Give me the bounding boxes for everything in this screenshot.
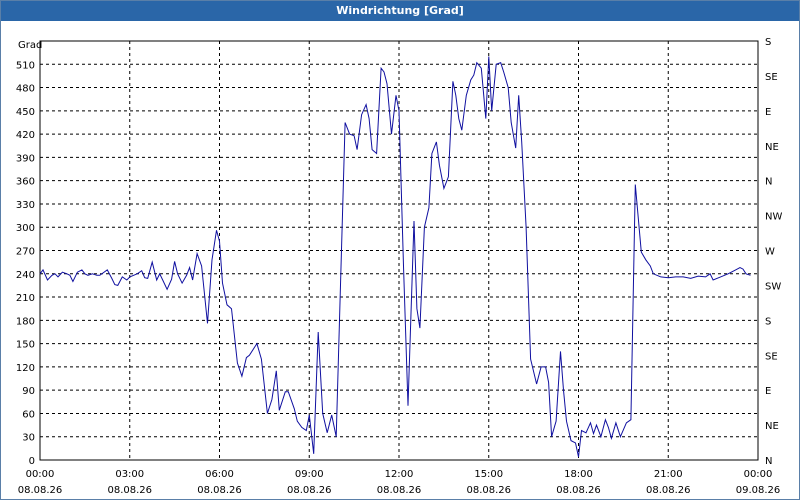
y-axis-right: N NE E SE S SW W NW N NE E SE S [765,37,782,467]
y-tick-label-left: 120 [16,363,35,374]
x-tick-time-label: 03:00 [115,469,144,480]
y-axis-left: 0 30 60 90 120 150 180 210 240 270 300 330 360 390 420… [16,60,35,467]
x-tick-date-label: 08.08.26 [466,485,511,496]
y-tick-label-left: 330 [16,200,35,211]
x-tick-time-label: 15:00 [474,469,503,480]
x-tick-time-label: 00:00 [744,469,773,480]
y-tick-label-left: 90 [22,386,35,397]
y-tick-label-left: 360 [16,177,35,188]
x-tick-date-label: 08.08.26 [646,485,691,496]
y-tick-label-left: 30 [22,433,35,444]
x-tick-date-label: 08.08.26 [18,485,63,496]
x-tick-time-label: 18:00 [564,469,593,480]
y-tick-label-right: E [765,386,771,397]
y-tick-label-left: 390 [16,153,35,164]
y-tick-label-left: 270 [16,247,35,258]
y-tick-label-left: 0 [29,456,35,467]
x-tick-date-label: 08.08.26 [556,485,601,496]
series-line-wind-direction [39,56,751,458]
y-tick-label-right: SE [765,72,778,83]
x-tick-time-label: 21:00 [654,469,683,480]
y-tick-label-left: 150 [16,340,35,351]
y-tick-label-right: E [765,107,771,118]
x-tick-time-label: 09:00 [295,469,324,480]
x-axis: 00:00 08.08.26 03:00 08.08.26 06:00 08.08.26 0… [18,469,781,496]
y-tick-label-left: 210 [16,293,35,304]
y-tick-label-right: SE [765,351,778,362]
x-tick-time-label: 12:00 [385,469,414,480]
y-tick-label-right: N [765,456,772,467]
y-tick-label-left: 420 [16,130,35,141]
x-tick-date-label: 08.08.26 [197,485,242,496]
y-tick-label-left: 60 [22,409,35,420]
y-tick-label-right: W [765,247,775,258]
y-tick-label-left: 480 [16,84,35,95]
x-tick-date-label: 08.08.26 [107,485,152,496]
x-tick-time-label: 06:00 [205,469,234,480]
y-tick-label-left: 510 [16,60,35,71]
wind-direction-chart: 0 30 60 90 120 150 180 210 240 270 300 330 360 390 420… [16,37,783,496]
y-tick-label-left: 300 [16,223,35,234]
y-tick-label-right: SW [765,281,781,292]
x-tick-date-label: 09.08.26 [736,485,781,496]
x-tick-time-label: 00:00 [26,469,55,480]
y-tick-label-right: NW [765,212,782,223]
y-tick-label-right: NE [765,421,779,432]
y-tick-label-right: N [765,177,772,188]
y-tick-label-right: S [765,37,771,48]
x-tick-date-label: 08.08.26 [377,485,422,496]
y-tick-label-left: 450 [16,107,35,118]
y-tick-label-right: NE [765,142,779,153]
x-tick-date-label: 08.08.26 [287,485,332,496]
y-tick-label-left: 240 [16,270,35,281]
y-tick-label-right: S [765,316,771,327]
grid [40,41,758,460]
y-axis-label: Grad [18,40,42,51]
y-tick-label-left: 180 [16,316,35,327]
